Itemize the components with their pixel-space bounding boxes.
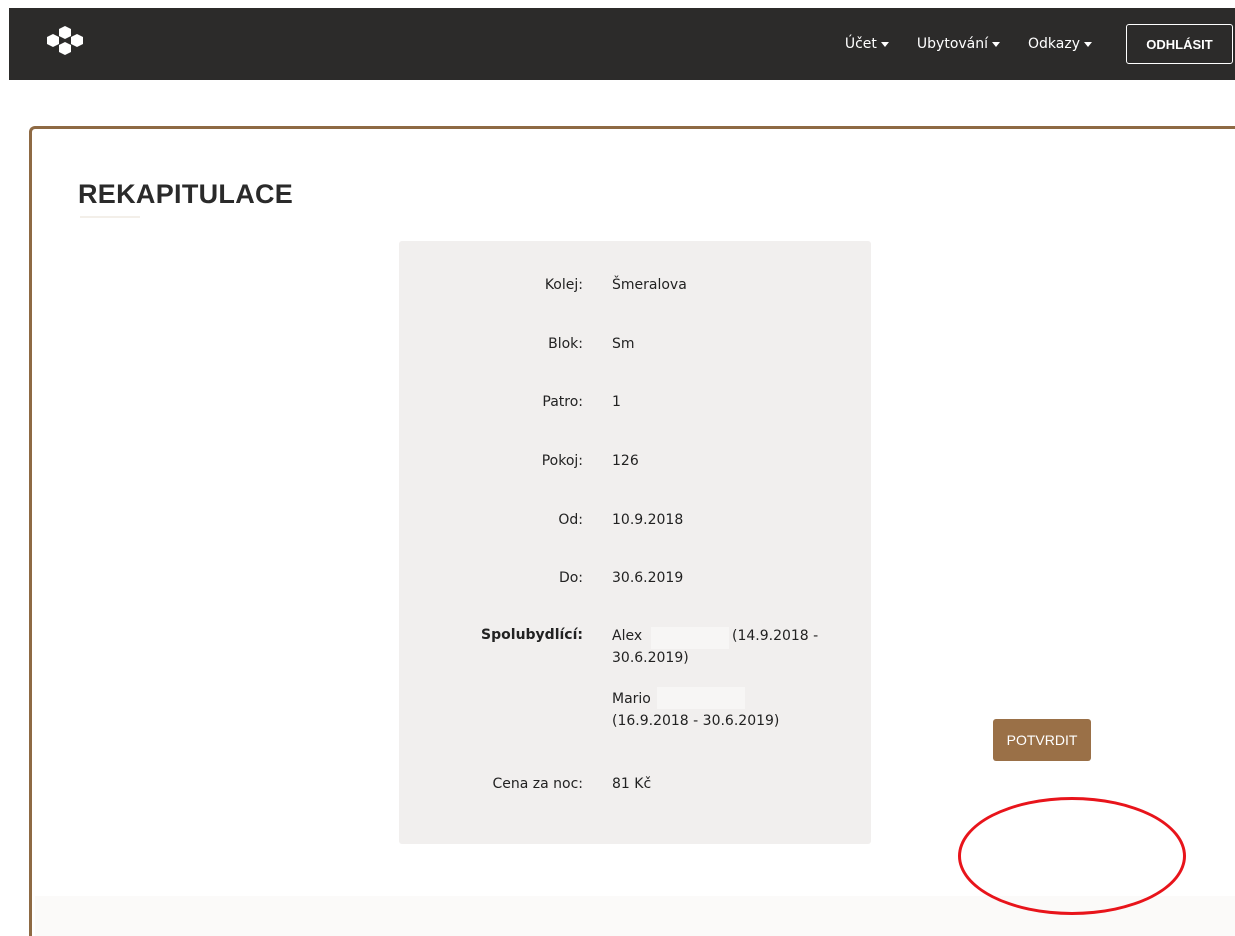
row-value: 126 — [612, 453, 639, 469]
row-label: Kolej: — [544, 277, 583, 293]
roommate-name: Mario — [612, 691, 651, 707]
caret-down-icon — [1084, 41, 1092, 47]
row-value: 10.9.2018 — [612, 512, 684, 528]
top-navbar: Účet Ubytování Odkazy ODHLÁSIT — [9, 8, 1235, 80]
nav-item-label: Ubytování — [916, 36, 989, 52]
row-label: Pokoj: — [541, 453, 583, 469]
nav-item-label: Odkazy — [1028, 36, 1080, 52]
row-value: Sm — [612, 336, 635, 352]
row-value: 1 — [612, 394, 621, 410]
roommate-entry: Alex (14.9.2018 - 30.6.2019) — [612, 625, 842, 669]
row-label: Blok: — [548, 336, 583, 352]
caret-down-icon — [880, 41, 889, 47]
panel-footer-strip — [35, 896, 1235, 936]
row-label: Spolubydlící: — [481, 627, 583, 643]
roommate-name: Alex — [612, 628, 643, 644]
row-value: 81 Kč — [612, 776, 652, 792]
nav-item-account[interactable]: Účet — [845, 36, 889, 52]
roommate-entry: Mario (16.9.2018 - 30.6.2019) — [612, 688, 842, 732]
summary-card: Kolej: Šmeralova Blok: Sm Patro: 1 Pokoj… — [399, 241, 871, 844]
row-label: Patro: — [542, 394, 583, 410]
page-title: REKAPITULACE — [78, 179, 294, 209]
row-value: Šmeralova — [612, 277, 687, 293]
hexagon-logo-icon[interactable] — [39, 24, 101, 64]
nav-item-links[interactable]: Odkazy — [1028, 36, 1092, 52]
row-value: 30.6.2019 — [612, 570, 684, 586]
row-label: Cena za noc: — [492, 776, 583, 792]
nav-menu: Účet Ubytování Odkazy ODHLÁSIT — [845, 8, 1235, 80]
roommate-line: Alex (14.9.2018 - — [612, 625, 842, 647]
caret-down-icon — [992, 41, 1001, 47]
row-label: Do: — [558, 570, 583, 586]
nav-item-label: Účet — [844, 36, 877, 52]
roommate-dates: (14.9.2018 - — [732, 628, 819, 644]
row-label: Od: — [558, 512, 583, 528]
logout-button[interactable]: ODHLÁSIT — [1126, 24, 1233, 64]
confirm-button[interactable]: POTVRDIT — [993, 719, 1091, 761]
roommate-line: 30.6.2019) — [612, 650, 689, 666]
roommate-dates: (16.9.2018 - 30.6.2019) — [612, 713, 780, 729]
nav-item-accommodation[interactable]: Ubytování — [916, 36, 1001, 52]
summary-panel: REKAPITULACE Kolej: Šmeralova Blok: Sm P… — [29, 126, 1235, 936]
title-underline — [80, 216, 140, 218]
